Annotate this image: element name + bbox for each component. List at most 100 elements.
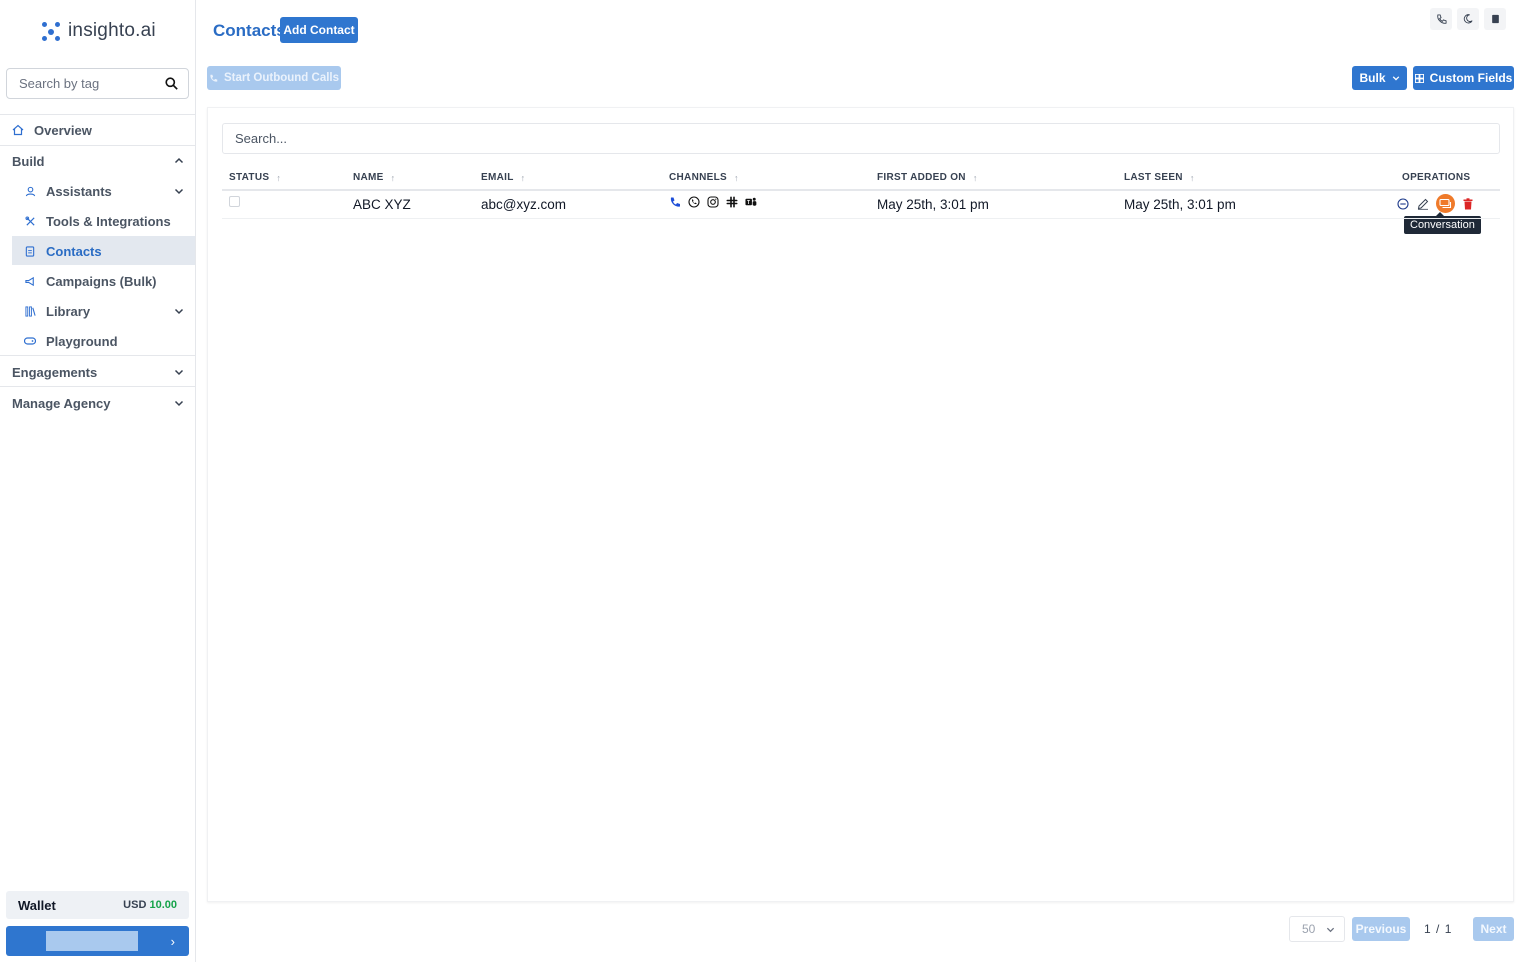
gamepad-icon <box>24 335 36 347</box>
column-header-label: NAME <box>353 172 384 183</box>
row-status-checkbox[interactable] <box>229 196 240 207</box>
custom-fields-label: Custom Fields <box>1429 71 1513 85</box>
app-root: insighto.ai Overview Build Assistants <box>0 0 1526 962</box>
redacted-profile-name <box>46 931 138 951</box>
nav-group-manage-agency-label: Manage Agency <box>12 395 111 411</box>
total-pages: 1 <box>1444 922 1452 936</box>
library-icon <box>24 305 36 317</box>
nav-group-build-label: Build <box>12 153 45 169</box>
phone-icon <box>210 74 218 82</box>
column-header-first-added[interactable]: FIRST ADDED ON ↑ <box>877 172 978 183</box>
phone-icon[interactable] <box>1430 8 1452 30</box>
book-icon[interactable] <box>1484 8 1506 30</box>
column-header-name[interactable]: NAME ↑ <box>353 172 395 183</box>
chevron-down-icon <box>1392 76 1399 81</box>
column-header-channels[interactable]: CHANNELS ↑ <box>669 172 739 183</box>
nav-divider <box>0 114 195 115</box>
sidebar-item-label: Library <box>46 303 91 319</box>
bulk-dropdown-button[interactable]: Bulk <box>1352 66 1407 90</box>
sidebar-item-contacts[interactable]: Contacts <box>24 243 102 259</box>
phone-icon <box>669 196 681 208</box>
wallet-amount: 10.00 <box>149 899 177 911</box>
contacts-table-card: STATUS ↑ NAME ↑ EMAIL ↑ CHANNELS ↑ FIRST ADD… <box>207 107 1514 902</box>
sidebar-item-label: Assistants <box>46 183 112 199</box>
table-search-input[interactable] <box>222 123 1500 154</box>
nav-group-build[interactable]: Build <box>12 153 184 169</box>
slack-icon <box>726 196 738 208</box>
sort-arrow-icon: ↑ <box>733 172 739 183</box>
chevron-down-icon <box>1326 927 1335 932</box>
profile-bar[interactable]: › <box>6 926 189 956</box>
chevron-down-icon <box>174 188 184 195</box>
logo-dots-icon <box>40 20 62 42</box>
moon-icon[interactable] <box>1457 8 1479 30</box>
home-icon <box>12 124 24 136</box>
brand-logo[interactable]: insighto.ai <box>40 20 156 42</box>
sidebar-item-campaigns[interactable]: Campaigns (Bulk) <box>24 273 157 289</box>
top-right-toolbar <box>1430 8 1506 35</box>
nav-group-engagements[interactable]: Engagements <box>12 364 184 380</box>
add-contact-button[interactable]: Add Contact <box>280 17 358 43</box>
sidebar-item-tools[interactable]: Tools & Integrations <box>24 213 171 229</box>
nav-divider <box>0 145 195 146</box>
sort-arrow-icon: ↑ <box>1189 172 1195 183</box>
column-header-last-seen[interactable]: LAST SEEN ↑ <box>1124 172 1195 183</box>
column-header-label: OPERATIONS <box>1402 172 1471 183</box>
sort-arrow-icon: ↑ <box>520 172 526 183</box>
nav-divider <box>0 355 195 356</box>
next-page-button[interactable]: Next <box>1473 917 1514 941</box>
column-header-email[interactable]: EMAIL ↑ <box>481 172 525 183</box>
wallet-label: Wallet <box>18 897 56 913</box>
row-name: ABC XYZ <box>353 197 411 212</box>
search-icon[interactable] <box>165 77 178 90</box>
sidebar-item-library[interactable]: Library <box>24 303 184 319</box>
row-first-added: May 25th, 3:01 pm <box>877 197 989 212</box>
column-header-label: CHANNELS <box>669 172 727 183</box>
teams-icon: T <box>745 196 757 208</box>
edit-icon[interactable] <box>1416 197 1430 211</box>
column-header-status[interactable]: STATUS ↑ <box>229 172 281 183</box>
column-header-operations: OPERATIONS <box>1402 172 1470 183</box>
previous-page-button[interactable]: Previous <box>1352 917 1410 941</box>
column-header-label: LAST SEEN <box>1124 172 1183 183</box>
nav-group-manage-agency[interactable]: Manage Agency <box>12 395 184 411</box>
wallet-box[interactable]: Wallet USD 10.00 <box>6 891 189 919</box>
megaphone-icon <box>24 275 36 287</box>
table-row-divider <box>222 218 1500 219</box>
page-size-select[interactable]: 50 <box>1289 916 1345 942</box>
page-indicator: 1 / 1 <box>1424 922 1451 936</box>
column-header-label: STATUS <box>229 172 270 183</box>
conversation-icon[interactable] <box>1436 194 1455 213</box>
page-title: Contacts <box>213 21 286 40</box>
row-operations <box>1396 194 1475 213</box>
delete-icon[interactable] <box>1461 197 1475 211</box>
sidebar-item-label: Tools & Integrations <box>46 213 171 229</box>
custom-fields-button[interactable]: Custom Fields <box>1413 66 1514 90</box>
instagram-icon <box>707 196 719 208</box>
chevron-up-icon <box>174 157 184 164</box>
page-separator: / <box>1436 922 1440 936</box>
sort-arrow-icon: ↑ <box>276 172 282 183</box>
tag-search-input[interactable] <box>19 76 165 91</box>
column-header-label: EMAIL <box>481 172 514 183</box>
block-icon[interactable] <box>1396 197 1410 211</box>
sidebar-item-playground[interactable]: Playground <box>24 333 118 349</box>
sidebar-item-label: Campaigns (Bulk) <box>46 273 157 289</box>
sidebar-item-assistants[interactable]: Assistants <box>24 183 184 199</box>
wallet-currency: USD <box>123 899 147 911</box>
nav-overview[interactable]: Overview <box>12 122 92 138</box>
tag-search-box[interactable] <box>6 68 189 99</box>
wallet-balance: USD 10.00 <box>123 899 177 911</box>
grid-icon <box>1414 73 1424 83</box>
sort-arrow-icon: ↑ <box>390 172 396 183</box>
sidebar-item-label: Contacts <box>46 243 102 259</box>
row-channels: T <box>669 196 757 208</box>
nav-group-engagements-label: Engagements <box>12 364 98 380</box>
sidebar-item-label: Playground <box>46 333 118 349</box>
nav-overview-label: Overview <box>34 122 92 138</box>
start-outbound-calls-button[interactable]: Start Outbound Calls <box>207 66 341 90</box>
start-outbound-calls-label: Start Outbound Calls <box>224 72 339 84</box>
chevron-right-icon: › <box>170 933 175 949</box>
contacts-icon <box>24 245 36 257</box>
column-header-label: FIRST ADDED ON <box>877 172 966 183</box>
